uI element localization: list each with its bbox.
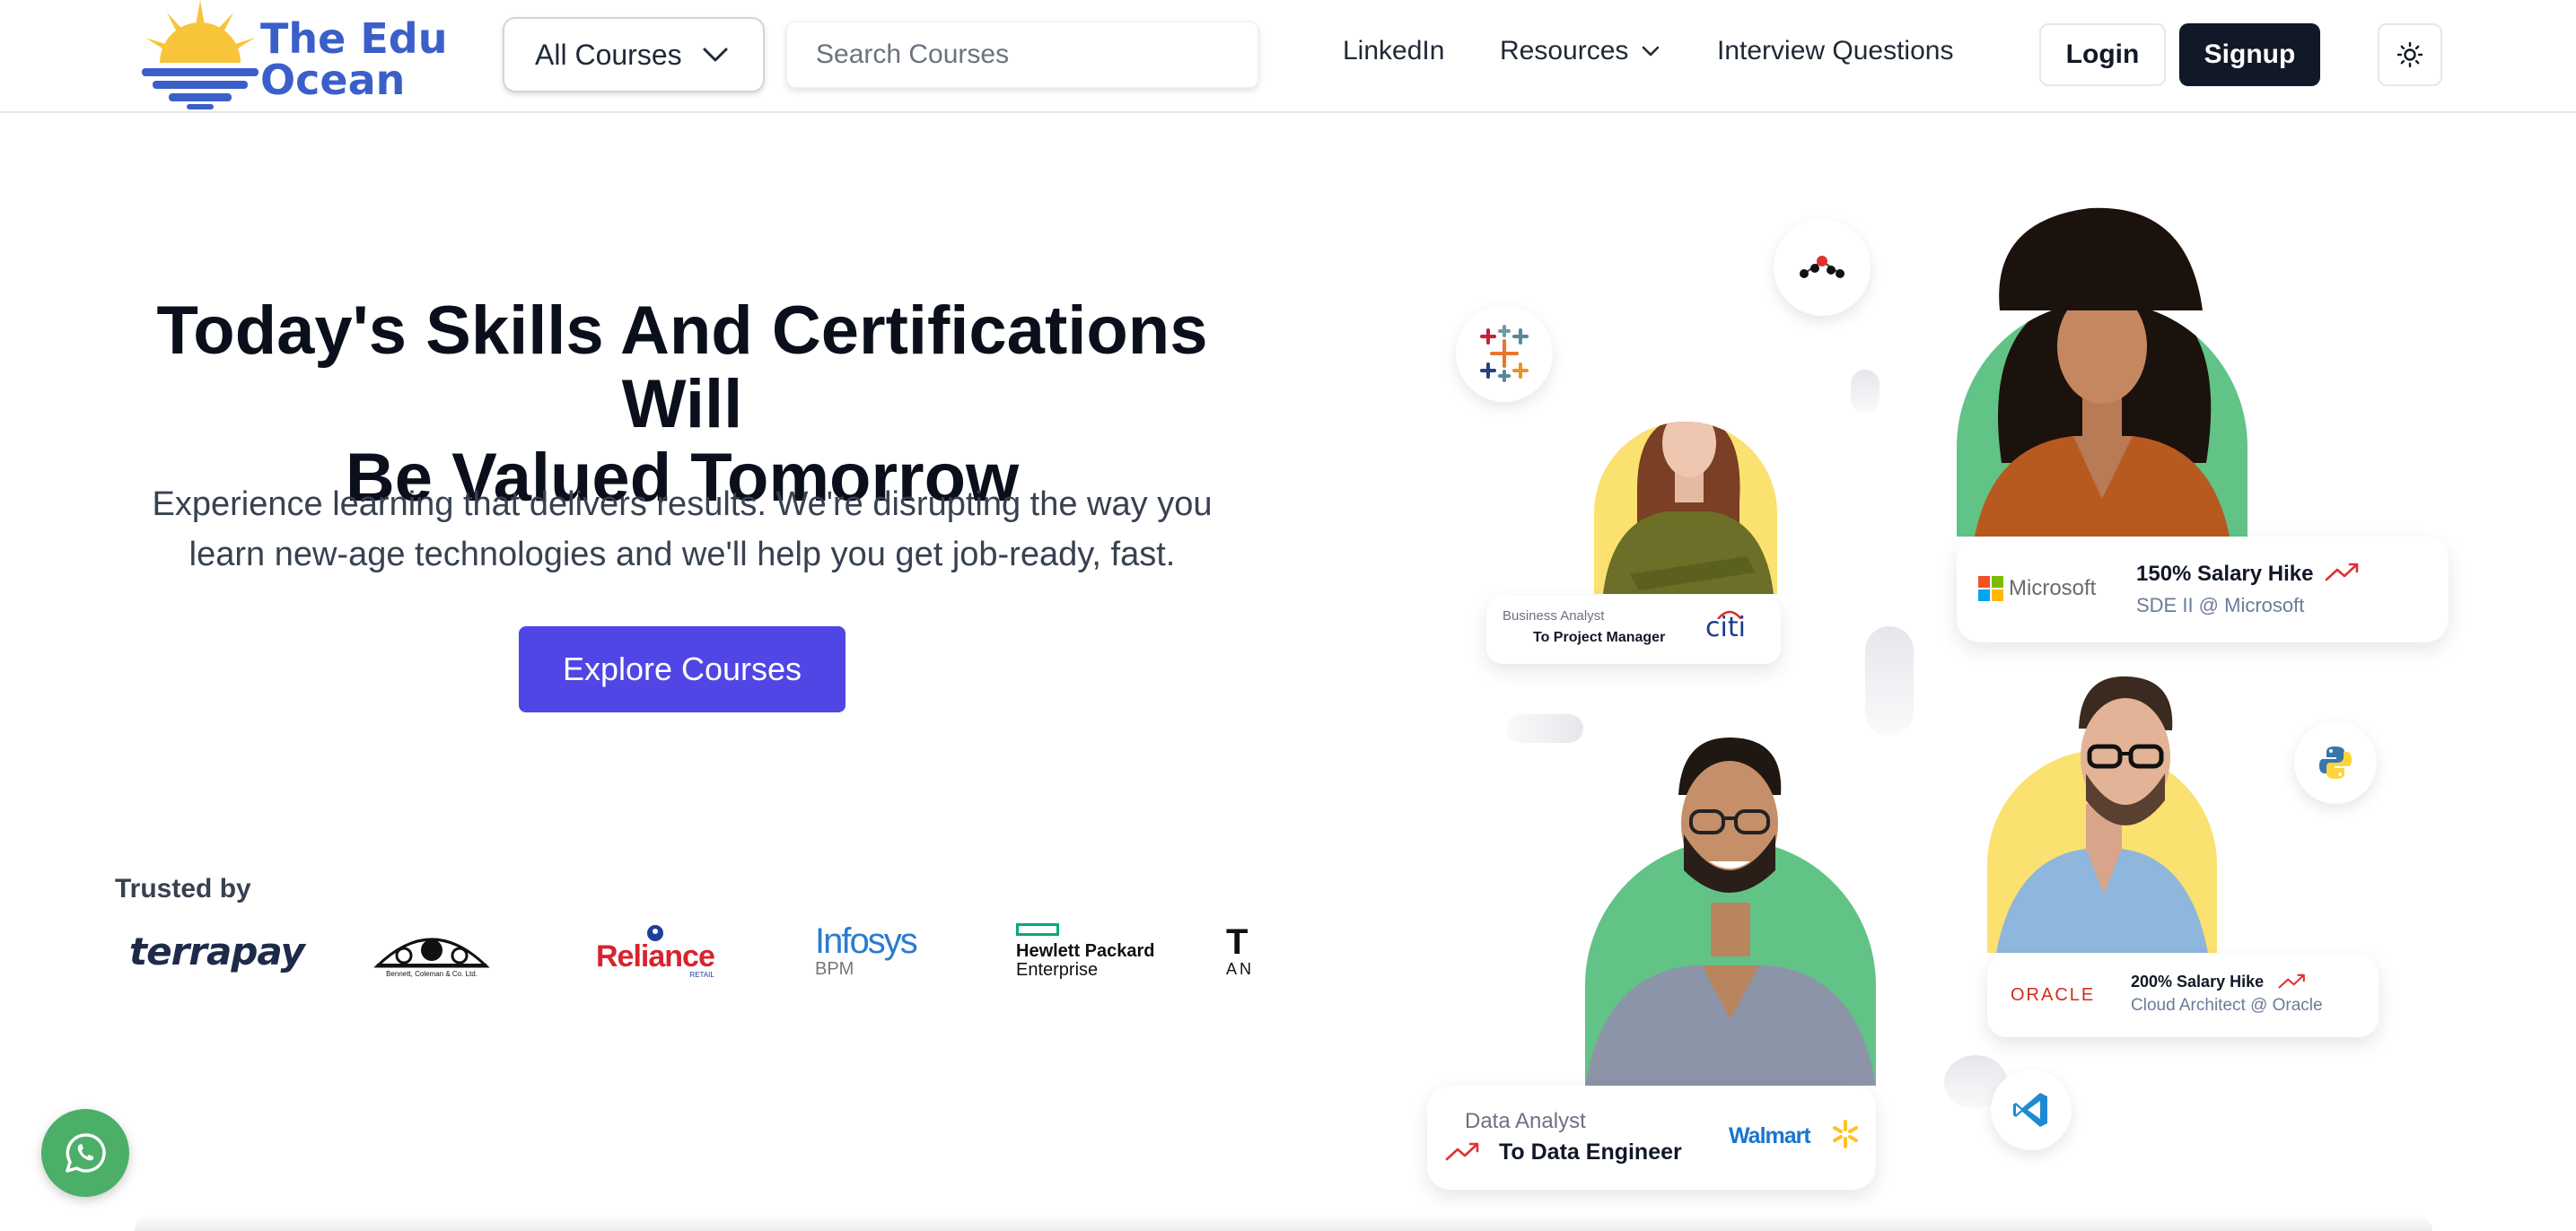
nav-linkedin[interactable]: LinkedIn [1343, 36, 1444, 66]
top-navbar: The Edu Ocean All Courses LinkedIn Resou… [0, 0, 2576, 113]
brand-name: terrapay [129, 929, 305, 973]
person-avatar-icon [1603, 422, 1774, 594]
oracle-logo: ORACLE [2011, 985, 2096, 1005]
tableau-bubble [1456, 305, 1553, 402]
decor-pill [1851, 370, 1879, 413]
hero-title-line-1: Today's Skills And Certifications Will [156, 292, 1208, 442]
trusted-by-label: Trusted by [115, 874, 251, 904]
signup-button[interactable]: Signup [2179, 23, 2320, 86]
hero-subtitle-line-2: learn new-age technologies and we'll hel… [188, 536, 1176, 573]
course-select-value: All Courses [535, 38, 682, 71]
all-courses-dropdown[interactable]: All Courses [503, 17, 765, 92]
salary-hike-headline: 200% Salary Hike [2131, 973, 2265, 991]
person-avatar-icon [1999, 207, 2203, 310]
nodes-bubble [1774, 219, 1871, 316]
brand-logo-partial: T AN [1226, 906, 1254, 996]
chevron-down-icon [1643, 46, 1660, 57]
bennett-coleman-emblem-icon [373, 938, 490, 967]
person-photo-microsoft [1957, 301, 2247, 537]
logo-wordmark[interactable]: The Edu Ocean [260, 18, 447, 100]
brand-name: Bennett, Coleman & Co. Ltd. [386, 969, 478, 978]
person-avatar-icon [2079, 676, 2173, 825]
career-card-oracle: ORACLE 200% Salary Hike Cloud Architect … [1987, 955, 2379, 1037]
vscode-bubble [1991, 1069, 2072, 1150]
hero-subtitle: Experience learning that delivers result… [144, 479, 1221, 580]
person-head-oracle [2063, 675, 2188, 854]
logo-line-1: The Edu [260, 14, 448, 63]
role-from: Data Analyst [1465, 1109, 1586, 1133]
login-button[interactable]: Login [2039, 23, 2166, 86]
sun-icon [2396, 41, 2423, 68]
decor-pill [1506, 714, 1583, 743]
person-head-data-analyst [1664, 736, 1795, 912]
theme-toggle-button[interactable] [2378, 23, 2442, 86]
hero-subtitle-line-1: Experience learning that delivers result… [152, 485, 1213, 523]
nodes-icon [1800, 256, 1844, 278]
nav-interview-questions[interactable]: Interview Questions [1717, 36, 1953, 66]
brand-logo-bennett-coleman: Bennett, Coleman & Co. Ltd. [372, 906, 492, 996]
nav-resources-dropdown[interactable]: Resources [1500, 36, 1660, 66]
brand-logo-reliance: Reliance RETAIL [596, 906, 715, 996]
microsoft-wordmark: Microsoft [2009, 576, 2097, 600]
person-hair-top [1991, 203, 2212, 310]
brand-name: Reliance [596, 939, 715, 973]
salary-hike-headline: 150% Salary Hike [2136, 562, 2314, 586]
person-avatar-icon [1678, 737, 1782, 893]
python-bubble [2294, 721, 2377, 804]
person-avatar-icon [1975, 301, 2230, 537]
nav-resources-label: Resources [1500, 36, 1629, 65]
walmart-logo: Walmart [1729, 1123, 1811, 1148]
person-photo-business-analyst [1594, 422, 1777, 594]
career-card-walmart: Data Analyst To Data Engineer Walmart [1427, 1086, 1876, 1190]
trending-up-icon [2278, 973, 2305, 989]
citi-arc-icon [1717, 610, 1742, 619]
brand-logo-infosys: Infosys BPM [815, 906, 918, 996]
brand-sub: BPM [815, 958, 854, 979]
decor-pill [1865, 626, 1914, 736]
role-to: To Data Engineer [1499, 1139, 1682, 1165]
role-from: Business Analyst [1503, 608, 1605, 624]
brand-name: T [1226, 921, 1249, 962]
explore-courses-button[interactable]: Explore Courses [519, 626, 846, 712]
trusted-brands-carousel: terrapay Bennett, Coleman & Co. Ltd. Rel… [115, 906, 1257, 996]
trending-up-icon [1445, 1142, 1479, 1161]
brand-name: Infosys [815, 921, 918, 961]
python-icon [2319, 746, 2352, 779]
walmart-spark-icon [1833, 1120, 1858, 1148]
role-to: To Project Manager [1533, 630, 1666, 645]
bottom-section-edge [135, 1215, 2432, 1231]
brand-logo-terrapay: terrapay [129, 906, 305, 996]
career-role: SDE II @ Microsoft [2136, 594, 2305, 616]
sun-wave-logo-icon [142, 0, 258, 109]
brand-sub: Enterprise [1016, 960, 1099, 980]
whatsapp-chat-button[interactable] [41, 1109, 129, 1197]
brand-logo-hpe: Hewlett Packard Enterprise [1016, 906, 1155, 996]
logo-line-2: Ocean [260, 56, 406, 104]
brand-sub: RETAIL [689, 970, 714, 979]
career-card-citi: Business Analyst To Project Manager citi [1486, 596, 1781, 664]
whatsapp-icon [66, 1133, 106, 1173]
vscode-icon [2013, 1093, 2047, 1127]
brand-sub: AN [1226, 959, 1255, 978]
brand-name: Hewlett Packard [1016, 941, 1155, 961]
career-card-microsoft: Microsoft 150% Salary Hike SDE II @ Micr… [1957, 537, 2449, 642]
trending-up-icon [2325, 563, 2359, 581]
hpe-rectangle-icon [1016, 923, 1059, 936]
career-role: Cloud Architect @ Oracle [2131, 996, 2323, 1015]
chevron-down-icon [703, 48, 728, 62]
search-courses-input[interactable] [786, 22, 1258, 88]
microsoft-logo-icon [1978, 576, 2003, 601]
tableau-icon [1480, 325, 1529, 382]
